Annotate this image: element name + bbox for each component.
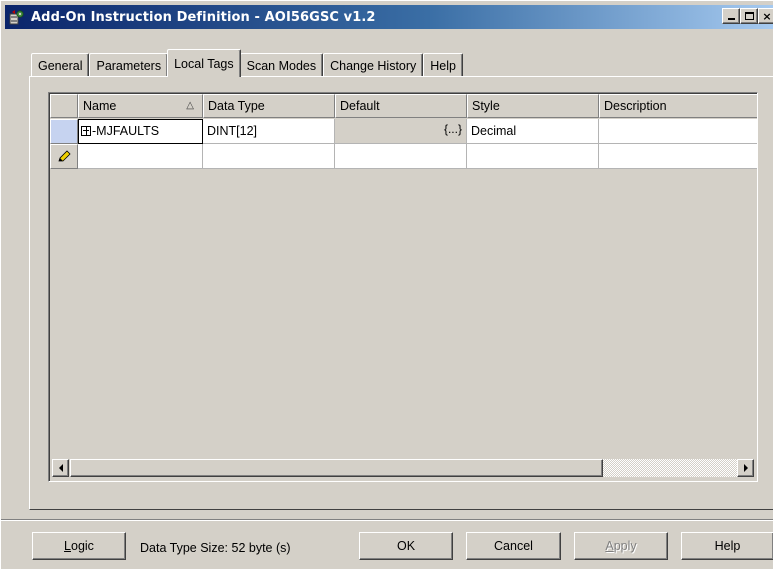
cancel-label: Cancel [494, 539, 533, 553]
footer-divider [1, 519, 773, 521]
tab-parameters[interactable]: Parameters [89, 53, 169, 77]
help-button[interactable]: Help [681, 532, 773, 560]
tab-local-tags[interactable]: Local Tags [167, 49, 241, 77]
logic-mnemonic: L [64, 539, 71, 553]
minimize-icon [727, 18, 735, 20]
aoi-definition-window: Add-On Instruction Definition - AOI56GSC… [0, 0, 773, 569]
app-icon [9, 9, 25, 25]
tab-general[interactable]: General [31, 53, 90, 77]
tab-change-history[interactable]: Change History [323, 53, 424, 77]
apply-label-rest: pply [613, 539, 637, 553]
apply-mnemonic: A [605, 539, 614, 553]
logic-label-rest: ogic [71, 539, 94, 553]
ok-button[interactable]: OK [359, 532, 453, 560]
data-type-size-status: Data Type Size: 52 byte (s) [140, 541, 291, 555]
title-bar[interactable]: Add-On Instruction Definition - AOI56GSC… [5, 5, 773, 29]
maximize-icon [744, 12, 754, 20]
apply-button[interactable]: Apply [574, 532, 668, 560]
tab-scan-modes[interactable]: Scan Modes [239, 53, 324, 77]
tab-panel [29, 76, 773, 510]
close-button[interactable]: × [758, 8, 773, 24]
ok-label: OK [396, 539, 416, 553]
help-label: Help [714, 539, 741, 553]
minimize-button[interactable] [722, 8, 740, 24]
logic-button[interactable]: Logic [32, 532, 126, 560]
cancel-button[interactable]: Cancel [466, 532, 561, 560]
tab-help[interactable]: Help [423, 53, 463, 77]
tab-strip: General Parameters Local Tags Scan Modes… [31, 47, 463, 77]
window-title: Add-On Instruction Definition - AOI56GSC… [31, 9, 376, 25]
title-buttons: × [722, 8, 773, 24]
close-icon: × [762, 9, 772, 23]
maximize-button[interactable] [740, 8, 758, 24]
